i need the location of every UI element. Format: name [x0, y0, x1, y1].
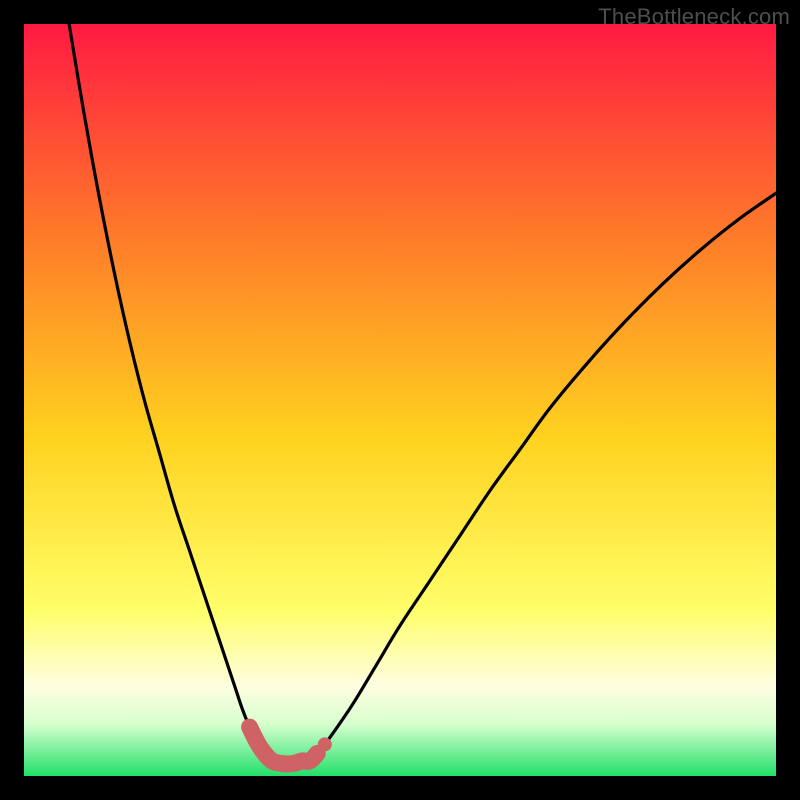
watermark-text: TheBottleneck.com: [598, 4, 790, 30]
gradient-background: [24, 24, 776, 776]
chart-plot-area: [24, 24, 776, 776]
valley-marker-dot: [318, 737, 332, 751]
bottleneck-chart-svg: [24, 24, 776, 776]
